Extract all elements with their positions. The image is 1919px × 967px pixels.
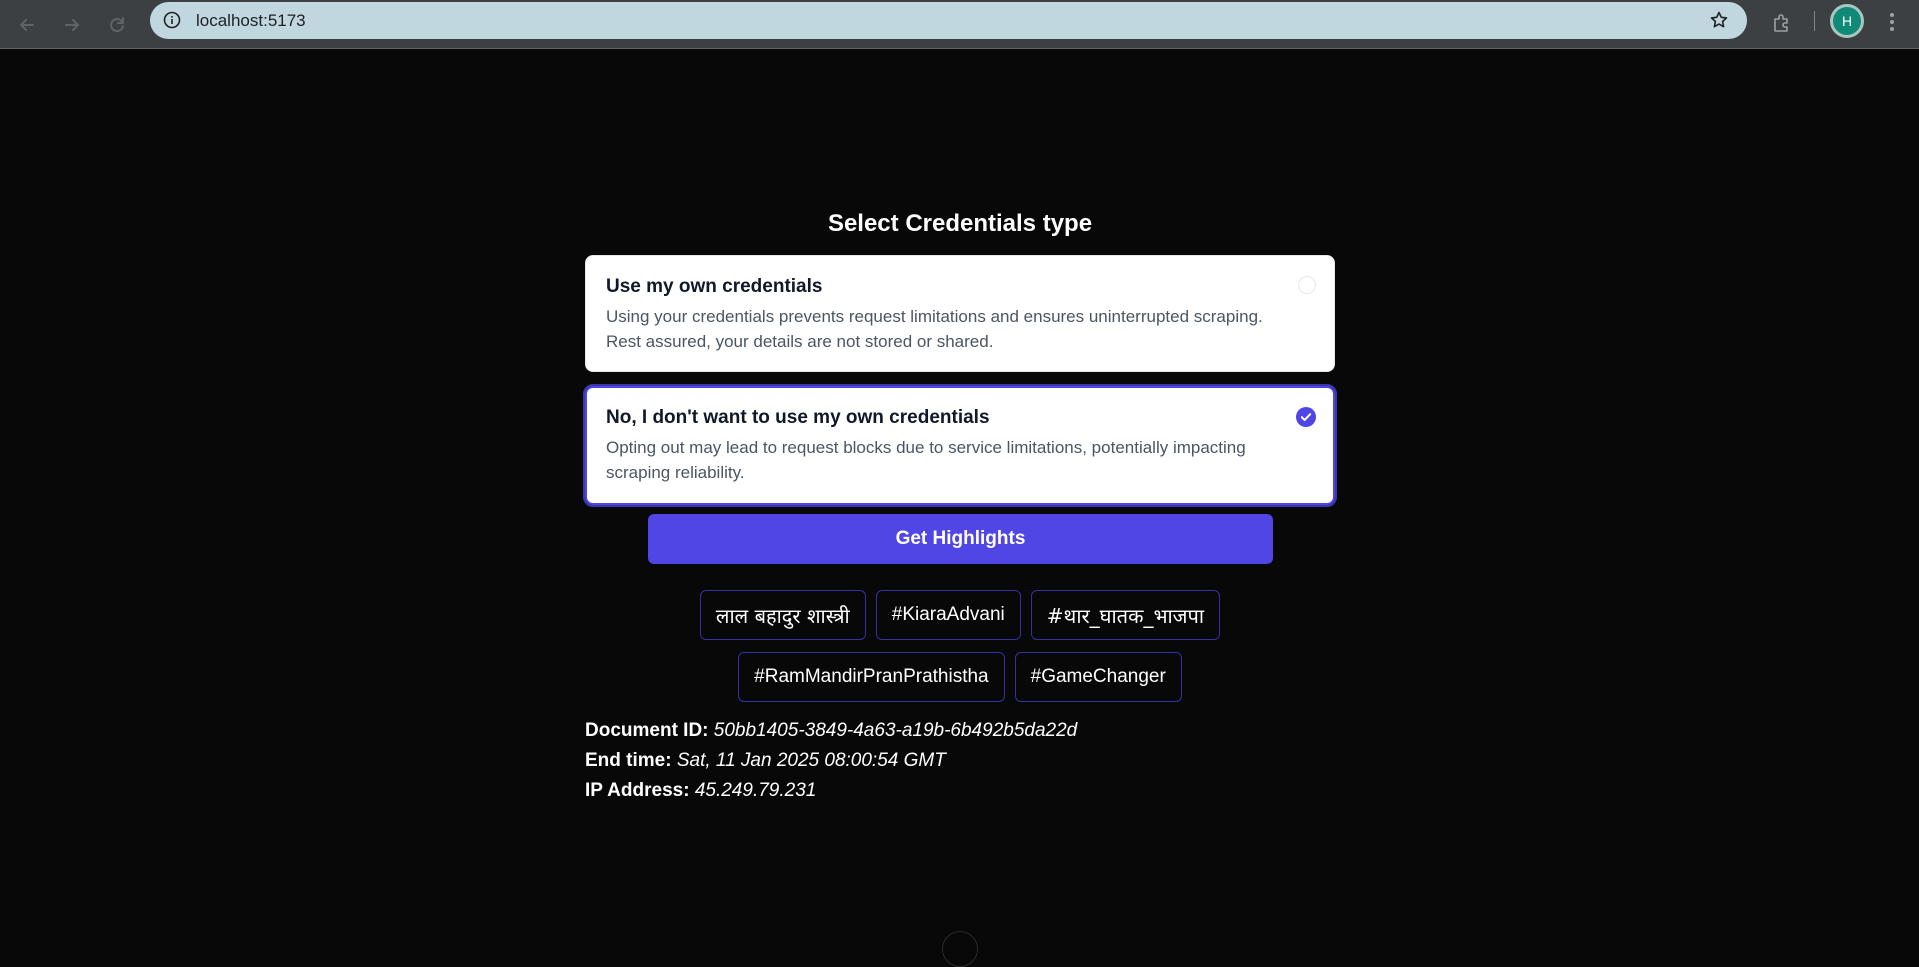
hashtag-chip[interactable]: लाल बहादुर शास्त्री <box>699 590 866 640</box>
option-title: Use my own credentials <box>606 276 823 297</box>
radio-unselected-icon[interactable] <box>1298 276 1316 294</box>
option-own-credentials[interactable]: Use my own credentials Using your creden… <box>585 255 1335 372</box>
reload-icon[interactable] <box>100 8 134 42</box>
document-id-value: 50bb1405-3849-4a63-a19b-6b492b5da22d <box>713 720 1078 741</box>
document-id-label: Document ID: <box>585 720 709 741</box>
ip-address-label: IP Address: <box>585 780 690 801</box>
page-title: Select Credentials type <box>827 210 1093 237</box>
document-meta: Document ID: 50bb1405-3849-4a63-a19b-6b4… <box>585 716 1077 806</box>
info-icon[interactable] <box>161 9 183 31</box>
url-text[interactable]: localhost:5173 <box>196 11 306 31</box>
end-time-line: End time: Sat, 11 Jan 2025 08:00:54 GMT <box>585 746 1077 776</box>
end-time-label: End time: <box>585 750 672 771</box>
hashtag-chip[interactable]: #RamMandirPranPrathistha <box>738 652 1005 702</box>
option-title: No, I don't want to use my own credentia… <box>606 407 990 428</box>
toolbar-divider <box>1814 11 1815 31</box>
forward-arrow-icon[interactable] <box>55 8 89 42</box>
ip-address-value: 45.249.79.231 <box>694 780 817 801</box>
hashtag-chip[interactable]: #GameChanger <box>1014 652 1182 702</box>
browser-toolbar: localhost:5173 H <box>0 0 1919 49</box>
ip-address-line: IP Address: 45.249.79.231 <box>585 776 1077 806</box>
option-no-credentials[interactable]: No, I don't want to use my own credentia… <box>583 384 1337 507</box>
option-description: Using your credentials prevents request … <box>606 307 1263 351</box>
kebab-menu-icon[interactable] <box>1880 8 1904 36</box>
star-icon[interactable] <box>1707 8 1731 32</box>
back-arrow-icon[interactable] <box>10 8 44 42</box>
puzzle-icon[interactable] <box>1768 9 1796 37</box>
document-id-line: Document ID: 50bb1405-3849-4a63-a19b-6b4… <box>585 716 1077 746</box>
check-circle-icon[interactable] <box>1296 407 1316 427</box>
address-bar[interactable]: localhost:5173 <box>150 2 1747 39</box>
get-highlights-button[interactable]: Get Highlights <box>648 514 1273 564</box>
tags-row: #RamMandirPranPrathistha #GameChanger <box>585 652 1335 702</box>
option-description: Opting out may lead to request blocks du… <box>606 438 1246 482</box>
hashtag-chip[interactable]: #KiaraAdvani <box>875 590 1021 640</box>
tags-row: लाल बहादुर शास्त्री #KiaraAdvani #थार_घा… <box>585 590 1335 640</box>
profile-avatar[interactable]: H <box>1830 4 1864 38</box>
scroll-hint-circle[interactable] <box>942 931 978 967</box>
end-time-value: Sat, 11 Jan 2025 08:00:54 GMT <box>676 750 946 771</box>
hashtag-chip[interactable]: #थार_घातक_भाजपा <box>1030 590 1221 640</box>
